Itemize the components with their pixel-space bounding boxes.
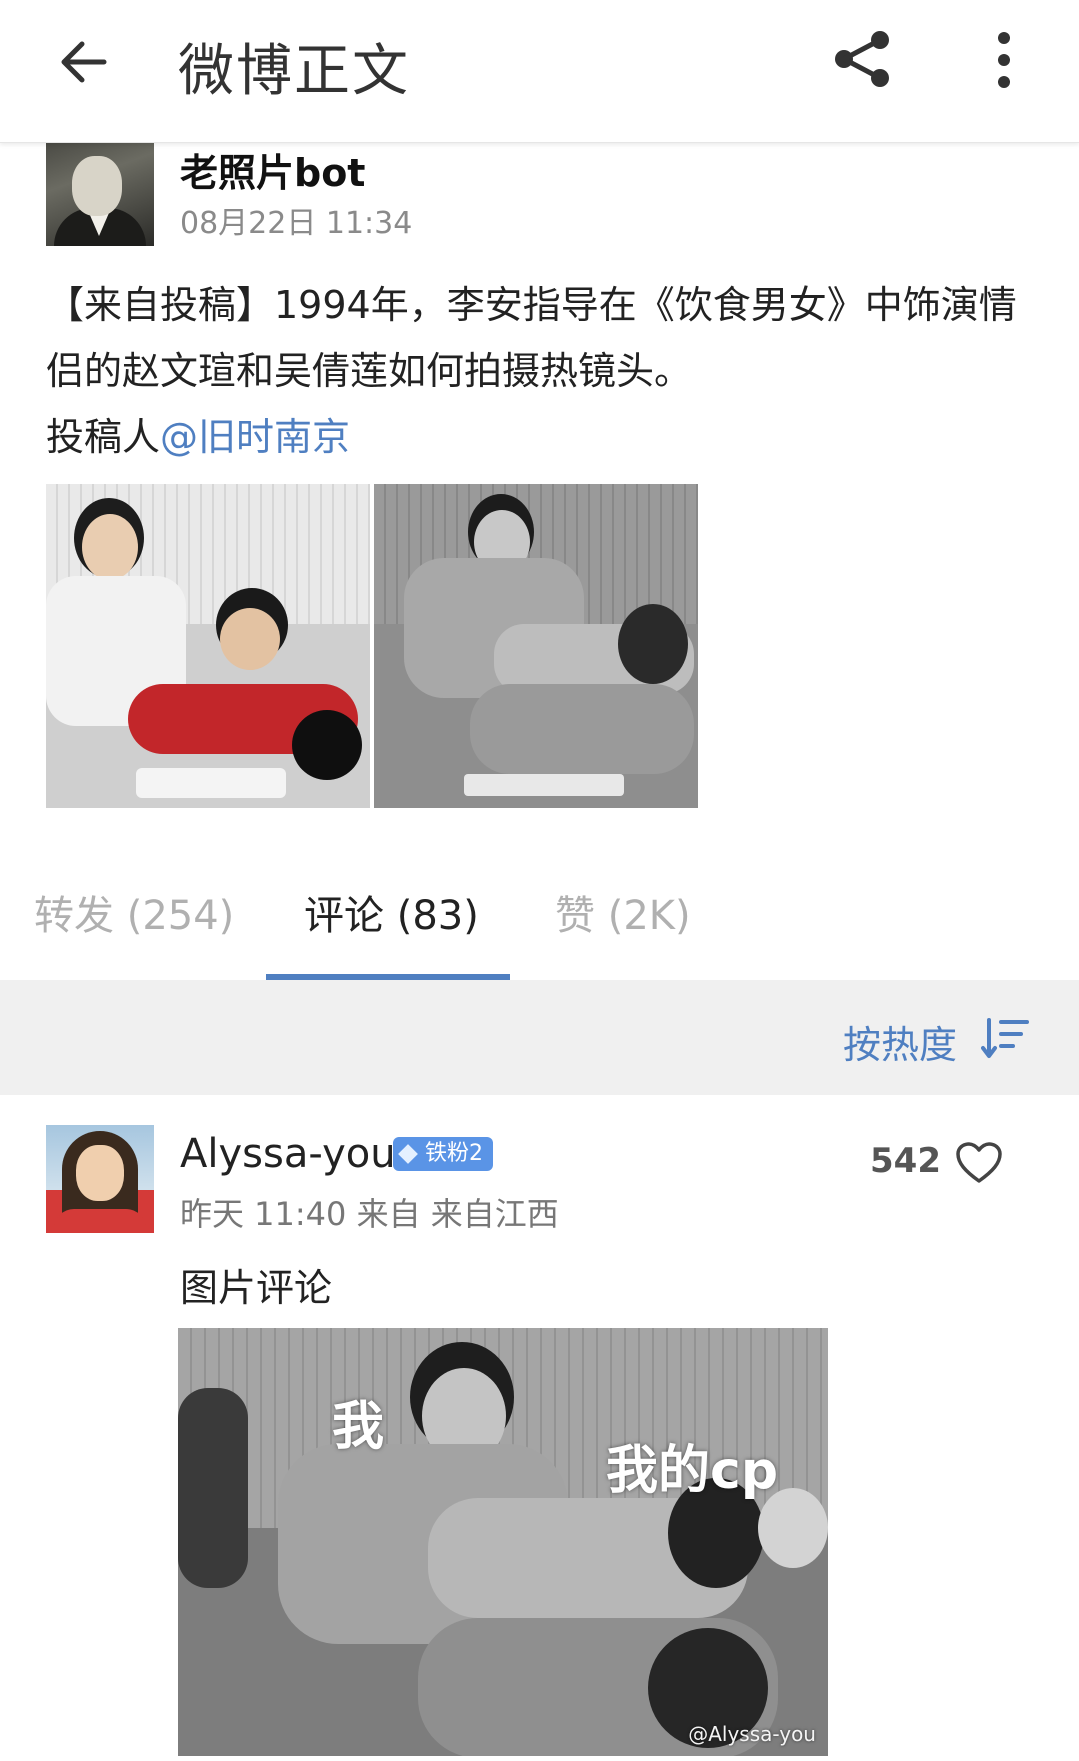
diamond-icon	[398, 1144, 418, 1164]
sort-by-hot-button[interactable]: 按热度	[843, 1014, 957, 1069]
comment-meta: 昨天 11:40 来自 来自江西	[180, 1195, 559, 1233]
commenter-avatar[interactable]	[46, 1125, 154, 1233]
overlay-caption-my-cp: 我的cp	[606, 1441, 779, 1501]
comment-image[interactable]: 我 我的cp @Alyssa-you	[178, 1328, 828, 1756]
post-time: 08月22日 11:34	[180, 206, 413, 241]
share-icon[interactable]	[830, 26, 896, 92]
image-watermark: @Alyssa-you	[688, 1722, 816, 1746]
comment-like-count: 542	[870, 1141, 941, 1181]
post-photo-2[interactable]	[374, 484, 698, 808]
fan-badge-label: 铁粉2	[425, 1141, 483, 1166]
tab-repost[interactable]: 转发 (254)	[34, 883, 234, 941]
tab-like[interactable]: 赞 (2K)	[555, 883, 691, 941]
post-text: 【来自投稿】1994年，李安指导在《饮食男女》中饰演情侣的赵文瑄和吴倩莲如何拍摄…	[46, 272, 1036, 470]
weibo-post: 老照片bot 08月22日 11:34 【来自投稿】1994年，李安指导在《饮食…	[0, 142, 1079, 835]
author-name[interactable]: 老照片bot	[180, 142, 365, 197]
fan-badge: 铁粉2	[393, 1137, 493, 1171]
tab-comment[interactable]: 评论 (83)	[304, 883, 479, 941]
back-arrow-icon[interactable]	[56, 34, 112, 90]
comment-item: Alyssa-you 铁粉2 昨天 11:40 来自 来自江西 542 图片评论…	[0, 1095, 1079, 1761]
mention-link[interactable]: @旧时南京	[160, 415, 350, 459]
sort-bar: 按热度	[0, 980, 1079, 1095]
top-app-bar: 微博正文	[0, 0, 1079, 143]
post-tabs: 转发 (254) 评论 (83) 赞 (2K)	[0, 835, 1079, 980]
sort-icon[interactable]	[981, 1016, 1031, 1060]
page-title: 微博正文	[178, 39, 410, 104]
commenter-name[interactable]: Alyssa-you	[180, 1131, 396, 1177]
more-options-icon[interactable]	[990, 30, 1018, 90]
comment-text: 图片评论	[180, 1266, 333, 1310]
post-text-main: 【来自投稿】1994年，李安指导在《饮食男女》中饰演情侣的赵文瑄和吴倩莲如何拍摄…	[46, 283, 1017, 393]
overlay-caption-me: 我	[332, 1397, 385, 1457]
heart-icon[interactable]	[955, 1141, 1003, 1185]
author-avatar[interactable]	[46, 142, 154, 246]
post-photo-1[interactable]	[46, 484, 370, 808]
post-credit-prefix: 投稿人	[46, 415, 161, 459]
